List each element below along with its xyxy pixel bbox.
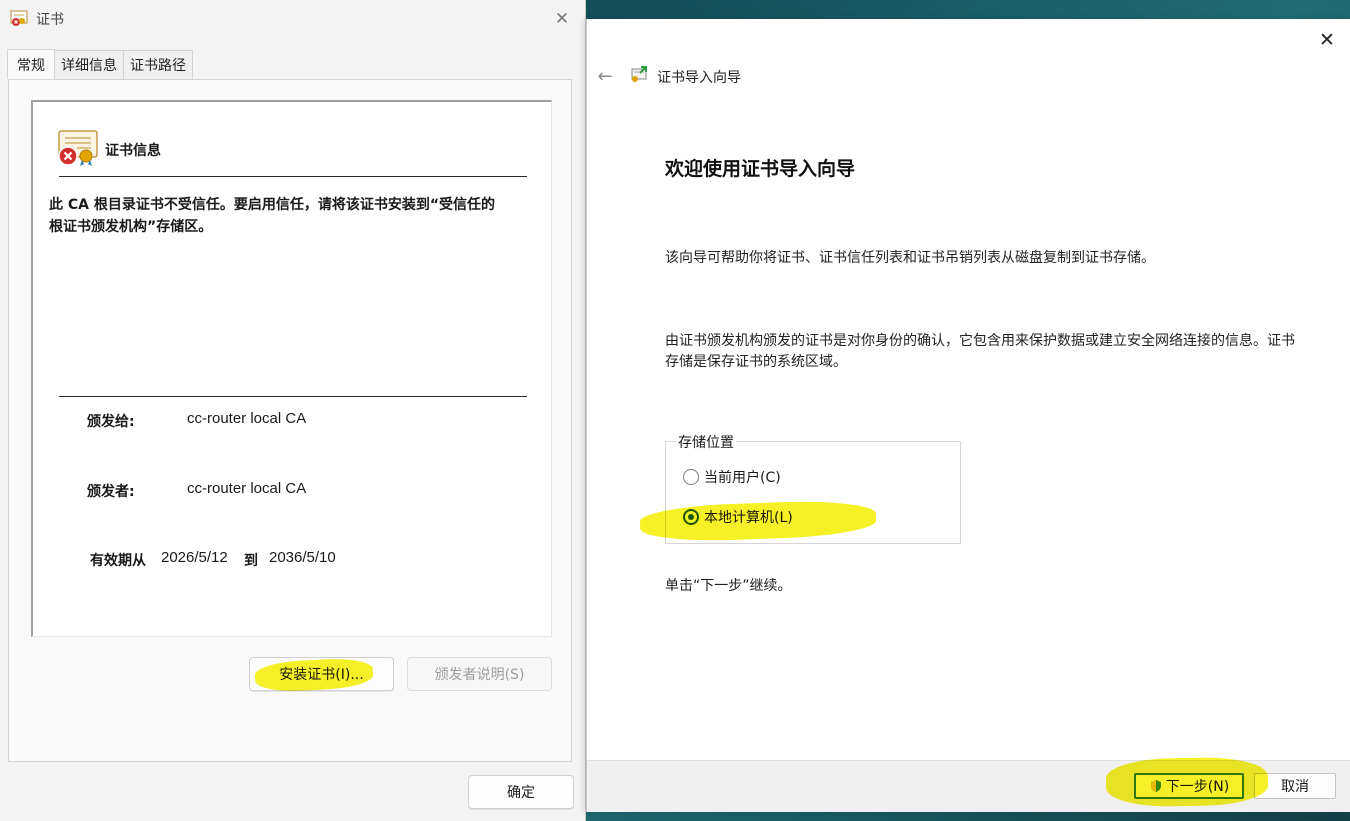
radio-label: 当前用户(C) <box>704 470 781 486</box>
store-location-label: 存储位置 <box>676 432 736 452</box>
certificate-import-wizard: ✕ ← 证书导入向导 欢迎使用证书导入向导 该向导可帮助你将证书、证书信任列表和… <box>586 19 1350 812</box>
valid-to-value: 2036/5/10 <box>269 549 336 566</box>
radio-current-user[interactable]: 当前用户(C) <box>683 467 781 487</box>
tab-details[interactable]: 详细信息 <box>54 50 124 79</box>
radio-button-icon <box>683 469 699 485</box>
continue-hint: 单击“下一步”继续。 <box>665 578 792 594</box>
ok-button[interactable]: 确定 <box>468 775 574 809</box>
install-certificate-button[interactable]: 安装证书(I)... <box>249 657 394 691</box>
general-tab-panel: 证书信息 此 CA 根目录证书不受信任。要启用信任，请将该证书安装到“受信任的根… <box>8 79 572 762</box>
window-title: 证书 <box>36 12 64 28</box>
untrusted-warning-text: 此 CA 根目录证书不受信任。要启用信任，请将该证书安装到“受信任的根证书颁发机… <box>49 197 496 235</box>
title-bar: 证书 ✕ <box>0 0 586 38</box>
uac-shield-icon <box>1150 780 1161 792</box>
wizard-title: 证书导入向导 <box>657 70 741 86</box>
tab-bar: 常规 详细信息 证书路径 <box>7 49 193 79</box>
divider <box>59 176 527 177</box>
cancel-button[interactable]: 取消 <box>1254 773 1336 799</box>
radio-local-machine[interactable]: 本地计算机(L) <box>683 507 793 527</box>
certificate-dialog: 证书 ✕ 常规 详细信息 证书路径 证书信息 此 CA 根目录证书不受信任。要启… <box>0 0 586 821</box>
divider <box>59 396 527 397</box>
wizard-certificate-info: 由证书颁发机构颁发的证书是对你身份的确认，它包含用来保护数据或建立安全网络连接的… <box>665 333 1295 370</box>
untrusted-certificate-icon <box>58 130 98 166</box>
wizard-heading: 欢迎使用证书导入向导 <box>665 158 856 180</box>
wizard-description: 该向导可帮助你将证书、证书信任列表和证书吊销列表从磁盘复制到证书存储。 <box>665 250 1155 266</box>
next-button[interactable]: 下一步(N) <box>1134 773 1244 799</box>
certificate-info-heading: 证书信息 <box>105 143 161 159</box>
certificate-import-icon <box>631 66 647 82</box>
issued-by-value: cc-router local CA <box>187 480 307 497</box>
valid-from-value: 2026/5/12 <box>161 549 228 566</box>
store-location-group: 存储位置 当前用户(C) 本地计算机(L) <box>665 432 961 544</box>
valid-from-label: 有效期从 <box>90 553 146 569</box>
close-icon[interactable]: ✕ <box>548 5 576 33</box>
wizard-footer: 下一步(N) 取消 <box>587 760 1350 812</box>
close-icon[interactable]: ✕ <box>1312 25 1342 55</box>
issued-to-label: 颁发给: <box>87 414 135 430</box>
valid-to-label: 到 <box>244 553 258 569</box>
radio-button-checked-icon <box>683 509 699 525</box>
tab-certification-path[interactable]: 证书路径 <box>123 50 193 79</box>
certificate-app-icon <box>10 10 28 26</box>
tab-general[interactable]: 常规 <box>7 49 55 79</box>
back-arrow-icon[interactable]: ← <box>595 66 615 87</box>
radio-label: 本地计算机(L) <box>704 510 793 526</box>
issued-to-value: cc-router local CA <box>187 410 307 427</box>
certificate-info-box: 证书信息 此 CA 根目录证书不受信任。要启用信任，请将该证书安装到“受信任的根… <box>31 100 552 637</box>
next-button-label: 下一步(N) <box>1165 779 1230 795</box>
issued-by-label: 颁发者: <box>87 484 135 500</box>
issuer-statement-button[interactable]: 颁发者说明(S) <box>407 657 552 691</box>
